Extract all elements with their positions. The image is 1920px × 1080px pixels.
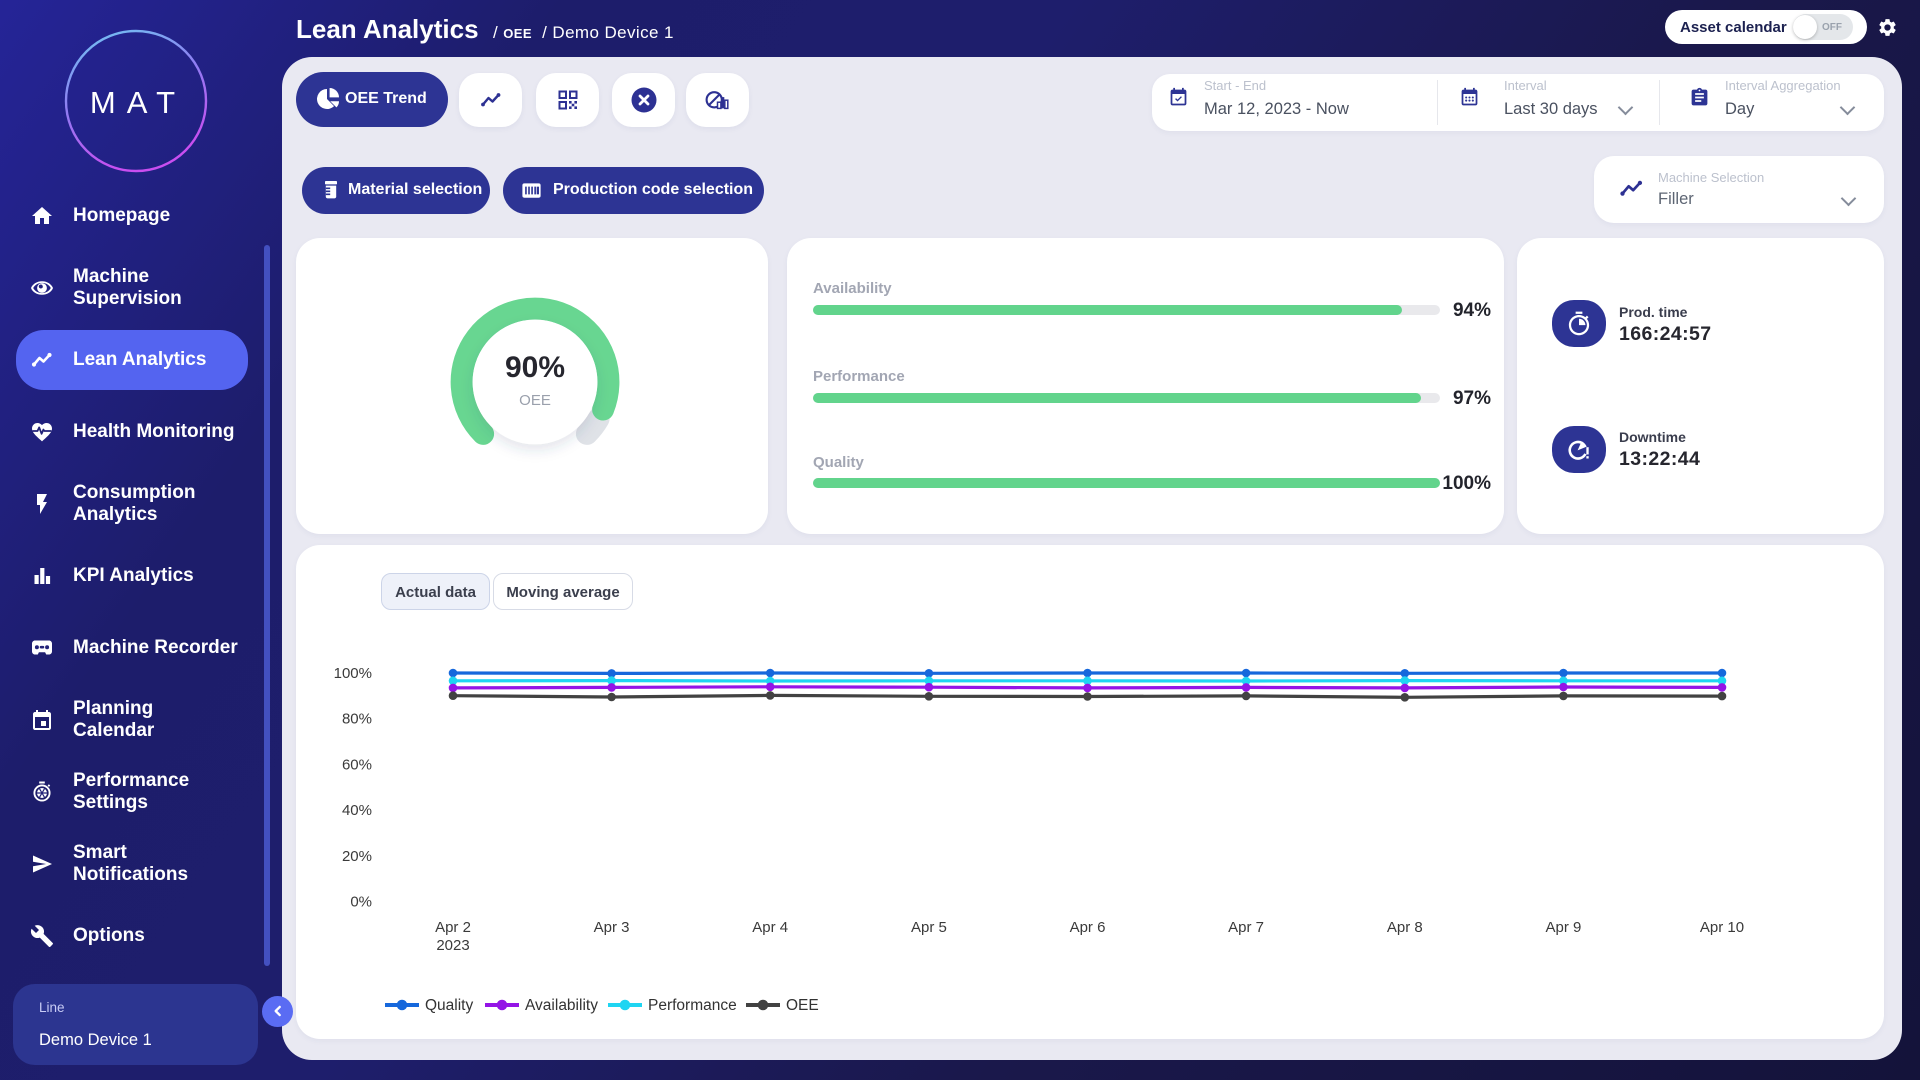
svg-text:Apr 2: Apr 2 [435, 919, 471, 936]
svg-text:20%: 20% [342, 848, 372, 865]
svg-text:90%: 90% [505, 351, 565, 384]
svg-text:Performance: Performance [648, 997, 737, 1014]
svg-text:2023: 2023 [436, 937, 469, 954]
svg-text:MAT: MAT [90, 85, 186, 120]
svg-text:40%: 40% [342, 802, 372, 819]
svg-text:0%: 0% [350, 894, 372, 911]
svg-text:OEE: OEE [519, 392, 551, 409]
svg-text:Apr 8: Apr 8 [1387, 919, 1423, 936]
svg-text:100%: 100% [334, 665, 372, 682]
svg-text:60%: 60% [342, 756, 372, 773]
svg-text:Apr 10: Apr 10 [1700, 919, 1744, 936]
svg-text:Quality: Quality [425, 997, 473, 1014]
svg-text:Availability: Availability [525, 997, 598, 1014]
svg-text:Apr 3: Apr 3 [594, 919, 630, 936]
svg-text:OEE: OEE [786, 997, 819, 1014]
svg-text:80%: 80% [342, 711, 372, 728]
svg-text:Apr 7: Apr 7 [1228, 919, 1264, 936]
svg-text:Apr 4: Apr 4 [752, 919, 788, 936]
svg-text:Apr 6: Apr 6 [1070, 919, 1106, 936]
svg-text:Apr 9: Apr 9 [1545, 919, 1581, 936]
svg-text:Apr 5: Apr 5 [911, 919, 947, 936]
